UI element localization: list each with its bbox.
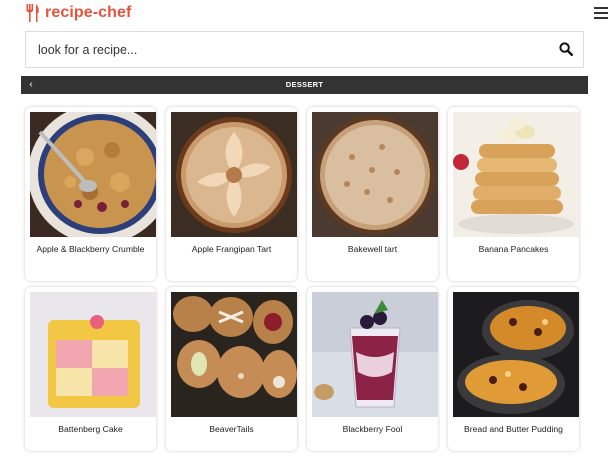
recipe-name: Apple & Blackberry Crumble bbox=[36, 244, 145, 254]
recipe-card[interactable]: Blackberry Fool bbox=[307, 287, 438, 451]
recipe-name: Banana Pancakes bbox=[478, 244, 549, 254]
recipe-image bbox=[30, 292, 156, 417]
recipe-image bbox=[30, 112, 156, 237]
recipe-card[interactable]: BeaverTails bbox=[166, 287, 297, 451]
recipe-image bbox=[453, 112, 579, 237]
recipe-image bbox=[171, 112, 297, 237]
recipe-grid: Apple & Blackberry Crumble Apple Frangip… bbox=[0, 0, 613, 457]
recipe-card[interactable]: Apple & Blackberry Crumble bbox=[25, 107, 156, 281]
recipe-card[interactable]: Bakewell tart bbox=[307, 107, 438, 281]
recipe-name: Battenberg Cake bbox=[58, 424, 123, 434]
recipe-card[interactable]: Apple Frangipan Tart bbox=[166, 107, 297, 281]
recipe-card[interactable]: Bread and Butter Pudding bbox=[448, 287, 579, 451]
recipe-image bbox=[171, 292, 297, 417]
recipe-image bbox=[312, 112, 438, 237]
recipe-name: Bread and Butter Pudding bbox=[464, 424, 563, 434]
recipe-card[interactable]: Battenberg Cake bbox=[25, 287, 156, 451]
recipe-image bbox=[312, 292, 438, 417]
recipe-image bbox=[453, 292, 579, 417]
recipe-name: Apple Frangipan Tart bbox=[191, 244, 272, 254]
recipe-name: Blackberry Fool bbox=[342, 424, 403, 434]
recipe-card[interactable]: Banana Pancakes bbox=[448, 107, 579, 281]
recipe-name: BeaverTails bbox=[209, 424, 254, 434]
recipe-name: Bakewell tart bbox=[347, 244, 398, 254]
